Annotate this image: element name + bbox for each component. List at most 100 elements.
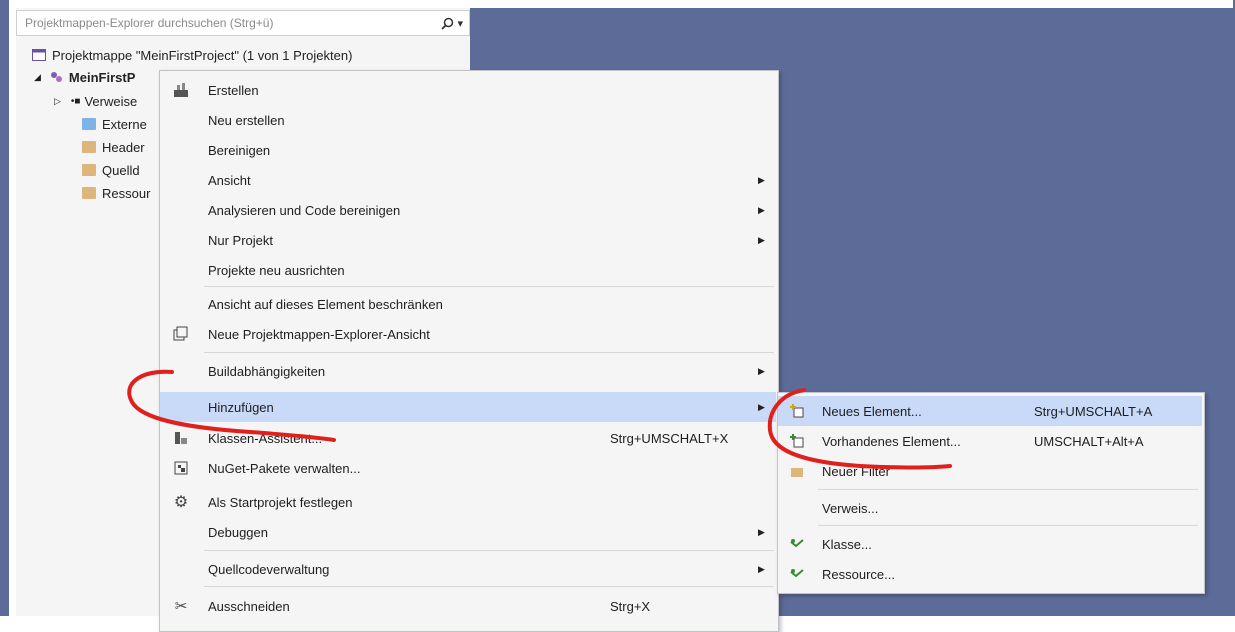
menu-item-label: Klassen-Assistent... <box>208 430 323 446</box>
search-button[interactable]: ▾ <box>441 17 463 30</box>
context-menu: Erstellen Neu erstellen Bereinigen Ansic… <box>159 70 779 632</box>
submenu-arrow-icon: ▶ <box>758 234 765 245</box>
menu-item-analyze[interactable]: Analysieren und Code bereinigen ▶ <box>160 195 776 225</box>
solution-explorer-search[interactable]: ▾ <box>16 10 470 36</box>
menu-item-label: NuGet-Pakete verwalten... <box>208 460 361 476</box>
menu-item-shortcut: Strg+UMSCHALT+X <box>610 430 729 446</box>
menu-item-view[interactable]: Ansicht ▶ <box>160 165 776 195</box>
tree-child-label: Ressour <box>102 185 151 201</box>
folder-icon <box>82 164 96 176</box>
menu-item-build-dependencies[interactable]: Buildabhängigkeiten ▶ <box>160 356 776 386</box>
tree-item-header[interactable]: Header <box>82 136 145 158</box>
submenu-arrow-icon: ▶ <box>758 401 765 412</box>
submenu-arrow-icon: ▶ <box>758 365 765 376</box>
submenu-item-label: Verweis... <box>822 500 879 516</box>
menu-item-label: Nur Projekt <box>208 232 274 248</box>
folder-icon <box>82 141 96 153</box>
expand-arrow-icon: ◢ <box>34 71 41 82</box>
submenu-item-existing-element[interactable]: Vorhandenes Element... UMSCHALT+Alt+A <box>778 426 1202 456</box>
tree-child-label: Verweise <box>84 93 138 109</box>
menu-item-label: Projekte neu ausrichten <box>208 262 345 278</box>
menu-separator <box>204 550 774 551</box>
menu-item-new-explorer-view[interactable]: Neue Projektmappen-Explorer-Ansicht <box>160 319 776 349</box>
menu-item-clean[interactable]: Bereinigen <box>160 135 776 165</box>
submenu-separator <box>818 489 1198 490</box>
tree-child-label: Header <box>102 139 145 155</box>
project-icon <box>50 72 62 82</box>
menu-item-label: Ansicht <box>208 172 251 188</box>
folder-icon <box>82 187 96 199</box>
menu-separator <box>204 586 774 587</box>
submenu-item-label: Neues Element... <box>822 403 922 419</box>
chevron-down-icon: ▾ <box>457 17 463 30</box>
project-label: MeinFirstP <box>68 69 136 85</box>
submenu-item-class[interactable]: Klasse... <box>778 529 1202 559</box>
menu-item-label: Hinzufügen <box>208 399 274 415</box>
tree-item-references[interactable]: ▷ •■ Verweise <box>54 90 137 112</box>
tree-child-label: Quelld <box>102 162 140 178</box>
submenu-item-label: Neuer Filter <box>822 463 890 479</box>
menu-item-label: Debuggen <box>208 524 268 540</box>
submenu-item-resource[interactable]: Ressource... <box>778 559 1202 589</box>
tree-item-source[interactable]: Quelld <box>82 159 140 181</box>
submenu-arrow-icon: ▶ <box>758 204 765 215</box>
nuget-icon <box>172 459 190 477</box>
ide-background-left <box>0 0 9 616</box>
menu-item-shortcut: Strg+X <box>610 598 651 614</box>
menu-item-label: Ansicht auf dieses Element beschränken <box>208 296 443 312</box>
submenu-item-reference[interactable]: Verweis... <box>778 493 1202 523</box>
gear-icon: ⚙ <box>173 494 189 511</box>
submenu-item-new-element[interactable]: Neues Element... Strg+UMSCHALT+A <box>778 396 1202 426</box>
menu-item-retarget[interactable]: Projekte neu ausrichten <box>160 255 776 285</box>
menu-separator <box>204 352 774 353</box>
menu-item-label: Erstellen <box>208 82 259 98</box>
solution-icon <box>32 49 46 61</box>
solution-label: Projektmappe "MeinFirstProject" (1 von 1… <box>52 47 353 63</box>
menu-item-label: Buildabhängigkeiten <box>208 363 326 379</box>
references-icon: •■ <box>70 95 81 107</box>
submenu-arrow-icon: ▶ <box>758 174 765 185</box>
new-filter-icon <box>788 462 806 480</box>
submenu-item-label: Ressource... <box>822 566 895 582</box>
tree-item-project[interactable]: ◢ MeinFirstP <box>34 66 135 88</box>
class-wizard-icon <box>172 429 190 447</box>
submenu-item-label: Klasse... <box>822 536 872 552</box>
menu-item-rebuild[interactable]: Neu erstellen <box>160 105 776 135</box>
tree-item-resources[interactable]: Ressour <box>82 182 150 204</box>
submenu-item-new-filter[interactable]: Neuer Filter <box>778 456 1202 486</box>
collapsed-arrow-icon: ▷ <box>54 95 61 106</box>
submenu-arrow-icon: ▶ <box>758 563 765 574</box>
top-margin <box>0 0 1235 8</box>
menu-separator <box>204 286 774 287</box>
search-icon <box>441 17 454 30</box>
menu-item-set-startup[interactable]: ⚙ Als Startprojekt festlegen <box>160 487 776 517</box>
menu-item-cut[interactable]: ✂ Ausschneiden Strg+X <box>160 591 776 621</box>
search-input[interactable] <box>23 15 407 31</box>
menu-item-build[interactable]: Erstellen <box>160 75 776 105</box>
menu-item-debug[interactable]: Debuggen ▶ <box>160 517 776 547</box>
submenu-item-shortcut: UMSCHALT+Alt+A <box>1034 433 1144 449</box>
menu-item-nuget[interactable]: NuGet-Pakete verwalten... <box>160 453 776 483</box>
build-icon <box>172 81 190 99</box>
new-item-icon <box>788 402 806 420</box>
menu-item-label: Analysieren und Code bereinigen <box>208 202 401 218</box>
tree-item-solution[interactable]: Projektmappe "MeinFirstProject" (1 von 1… <box>32 44 352 66</box>
submenu-separator <box>818 525 1198 526</box>
menu-item-add[interactable]: Hinzufügen ▶ <box>160 392 776 422</box>
submenu-arrow-icon: ▶ <box>758 526 765 537</box>
menu-item-label: Quellcodeverwaltung <box>208 561 330 577</box>
class-icon <box>788 535 806 553</box>
tree-item-external[interactable]: Externe <box>82 113 147 135</box>
cut-icon: ✂ <box>174 598 188 615</box>
new-view-icon <box>172 325 190 343</box>
existing-item-icon <box>788 432 806 450</box>
menu-item-label: Bereinigen <box>208 142 271 158</box>
menu-item-project-only[interactable]: Nur Projekt ▶ <box>160 225 776 255</box>
resource-icon <box>788 565 806 583</box>
tree-child-label: Externe <box>102 116 147 132</box>
menu-item-label: Ausschneiden <box>208 598 290 614</box>
menu-item-scope-to-this[interactable]: Ansicht auf dieses Element beschränken <box>160 289 776 319</box>
menu-item-class-wizard[interactable]: Klassen-Assistent... Strg+UMSCHALT+X <box>160 423 776 453</box>
menu-item-label: Als Startprojekt festlegen <box>208 494 353 510</box>
menu-item-source-control[interactable]: Quellcodeverwaltung ▶ <box>160 554 776 584</box>
